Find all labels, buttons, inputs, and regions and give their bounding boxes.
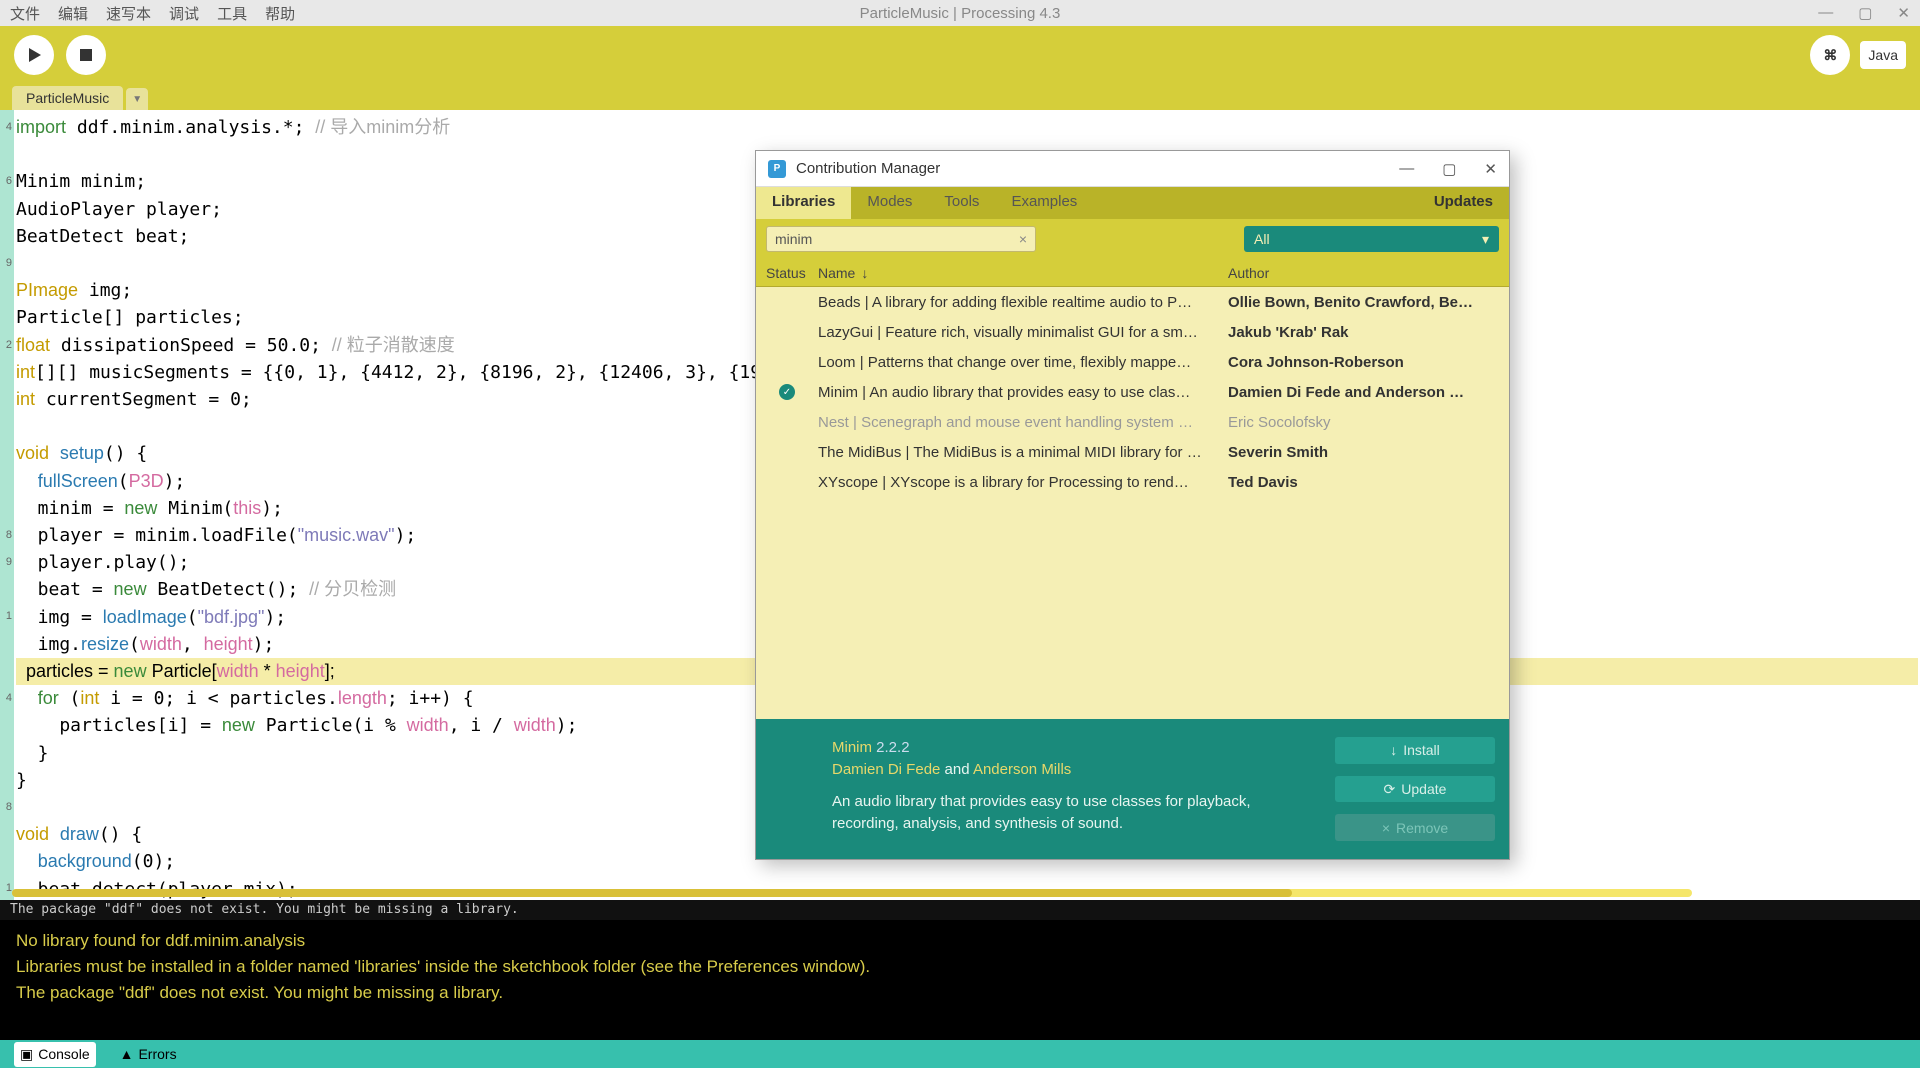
- library-icon: [770, 737, 818, 785]
- tab-updates[interactable]: Updates: [1418, 187, 1509, 219]
- error-bar: The package "ddf" does not exist. You mi…: [0, 900, 1920, 920]
- tab-errors[interactable]: ▲Errors: [114, 1042, 183, 1066]
- tab-tools[interactable]: Tools: [928, 187, 995, 219]
- install-button[interactable]: ↓Install: [1335, 737, 1495, 764]
- library-list[interactable]: Beads | A library for adding flexible re…: [756, 287, 1509, 719]
- library-name: Nest | Scenegraph and mouse event handli…: [818, 414, 1228, 431]
- menu-file[interactable]: 文件: [10, 3, 40, 24]
- console-tabs: ▣Console ▲Errors: [0, 1040, 1920, 1068]
- dialog-filter-bar: minim × All ▾: [756, 219, 1509, 259]
- menu-edit[interactable]: 编辑: [58, 3, 88, 24]
- detail-author-link[interactable]: Damien Di Fede: [832, 761, 940, 778]
- library-row[interactable]: Beads | A library for adding flexible re…: [756, 287, 1509, 317]
- app-title: ParticleMusic | Processing 4.3: [860, 5, 1061, 22]
- processing-icon: P: [768, 160, 786, 178]
- dialog-title: Contribution Manager: [796, 160, 940, 177]
- library-row[interactable]: LazyGui | Feature rich, visually minimal…: [756, 317, 1509, 347]
- menu-debug[interactable]: 调试: [169, 3, 199, 24]
- header-name[interactable]: Name↓: [818, 265, 1228, 281]
- library-row[interactable]: Loom | Patterns that change over time, f…: [756, 347, 1509, 377]
- run-button[interactable]: [14, 35, 54, 75]
- gutter: 4692891481: [0, 110, 14, 900]
- library-name: The MidiBus | The MidiBus is a minimal M…: [818, 444, 1228, 461]
- detail-version: 2.2.2: [876, 739, 909, 756]
- tab-libraries[interactable]: Libraries: [756, 187, 851, 219]
- console-line: No library found for ddf.minim.analysis: [16, 928, 1904, 954]
- library-row[interactable]: The MidiBus | The MidiBus is a minimal M…: [756, 437, 1509, 467]
- library-row[interactable]: XYscope | XYscope is a library for Proce…: [756, 467, 1509, 497]
- library-name: Minim | An audio library that provides e…: [818, 384, 1228, 401]
- search-input[interactable]: minim ×: [766, 226, 1036, 252]
- library-author: Eric Socolofsky: [1228, 414, 1509, 431]
- dialog-tabs: Libraries Modes Tools Examples Updates: [756, 187, 1509, 219]
- library-row[interactable]: ✓ Minim | An audio library that provides …: [756, 377, 1509, 407]
- header-author[interactable]: Author: [1228, 265, 1509, 281]
- menu-help[interactable]: 帮助: [265, 3, 295, 24]
- header-status[interactable]: Status: [756, 265, 818, 281]
- library-author: Damien Di Fede and Anderson …: [1228, 384, 1509, 401]
- console-output: No library found for ddf.minim.analysis …: [0, 920, 1920, 1040]
- library-name: Beads | A library for adding flexible re…: [818, 294, 1228, 311]
- menu-tools[interactable]: 工具: [217, 3, 247, 24]
- tab-console[interactable]: ▣Console: [14, 1042, 96, 1067]
- console-line: Libraries must be installed in a folder …: [16, 954, 1904, 980]
- download-icon: ↓: [1390, 742, 1397, 758]
- remove-button[interactable]: ×Remove: [1335, 814, 1495, 841]
- tab-bar: ParticleMusic ▼: [0, 84, 1920, 110]
- detail-author-link[interactable]: Anderson Mills: [973, 761, 1071, 778]
- chevron-down-icon: ▾: [1482, 231, 1489, 248]
- sort-down-icon: ↓: [861, 265, 868, 281]
- toolbar: ⌘ Java: [0, 26, 1920, 84]
- update-button[interactable]: ⟳Update: [1335, 776, 1495, 803]
- remove-icon: ×: [1382, 820, 1390, 836]
- library-row[interactable]: Nest | Scenegraph and mouse event handli…: [756, 407, 1509, 437]
- title-bar: 文件 编辑 速写本 调试 工具 帮助 ParticleMusic | Proce…: [0, 0, 1920, 26]
- console-line: The package "ddf" does not exist. You mi…: [16, 980, 1904, 1006]
- dialog-maximize-icon[interactable]: ▢: [1442, 160, 1456, 178]
- library-author: Ted Davis: [1228, 474, 1509, 491]
- library-author: Severin Smith: [1228, 444, 1509, 461]
- library-author: Ollie Bown, Benito Crawford, Be…: [1228, 294, 1509, 311]
- category-filter[interactable]: All ▾: [1244, 226, 1499, 252]
- tab-menu-button[interactable]: ▼: [126, 88, 148, 110]
- detail-lib-name: Minim: [832, 739, 872, 756]
- debug-button[interactable]: ⌘: [1810, 35, 1850, 75]
- library-name: XYscope | XYscope is a library for Proce…: [818, 474, 1228, 491]
- detail-panel: Minim 2.2.2 Damien Di Fede and Anderson …: [756, 719, 1509, 859]
- detail-description: An audio library that provides easy to u…: [832, 791, 1321, 835]
- menu-sketch[interactable]: 速写本: [106, 3, 151, 24]
- mode-selector[interactable]: Java: [1860, 41, 1906, 69]
- library-author: Jakub 'Krab' Rak: [1228, 324, 1509, 341]
- dialog-titlebar: P Contribution Manager — ▢ ✕: [756, 151, 1509, 187]
- library-name: Loom | Patterns that change over time, f…: [818, 354, 1228, 371]
- tab-examples[interactable]: Examples: [995, 187, 1093, 219]
- minimize-icon[interactable]: —: [1818, 4, 1833, 22]
- installed-icon: ✓: [779, 384, 795, 400]
- console-icon: ▣: [20, 1046, 33, 1063]
- library-name: LazyGui | Feature rich, visually minimal…: [818, 324, 1228, 341]
- sketch-tab[interactable]: ParticleMusic: [12, 86, 123, 110]
- contribution-manager-dialog: P Contribution Manager — ▢ ✕ Libraries M…: [755, 150, 1510, 860]
- close-icon[interactable]: ✕: [1897, 4, 1910, 22]
- refresh-icon: ⟳: [1384, 781, 1396, 798]
- tab-modes[interactable]: Modes: [851, 187, 928, 219]
- maximize-icon[interactable]: ▢: [1858, 4, 1872, 22]
- clear-search-icon[interactable]: ×: [1019, 231, 1027, 247]
- warning-icon: ▲: [120, 1046, 134, 1062]
- library-author: Cora Johnson-Roberson: [1228, 354, 1509, 371]
- list-header: Status Name↓ Author: [756, 259, 1509, 287]
- dialog-minimize-icon[interactable]: —: [1399, 160, 1414, 178]
- stop-button[interactable]: [66, 35, 106, 75]
- dialog-close-icon[interactable]: ✕: [1484, 160, 1497, 178]
